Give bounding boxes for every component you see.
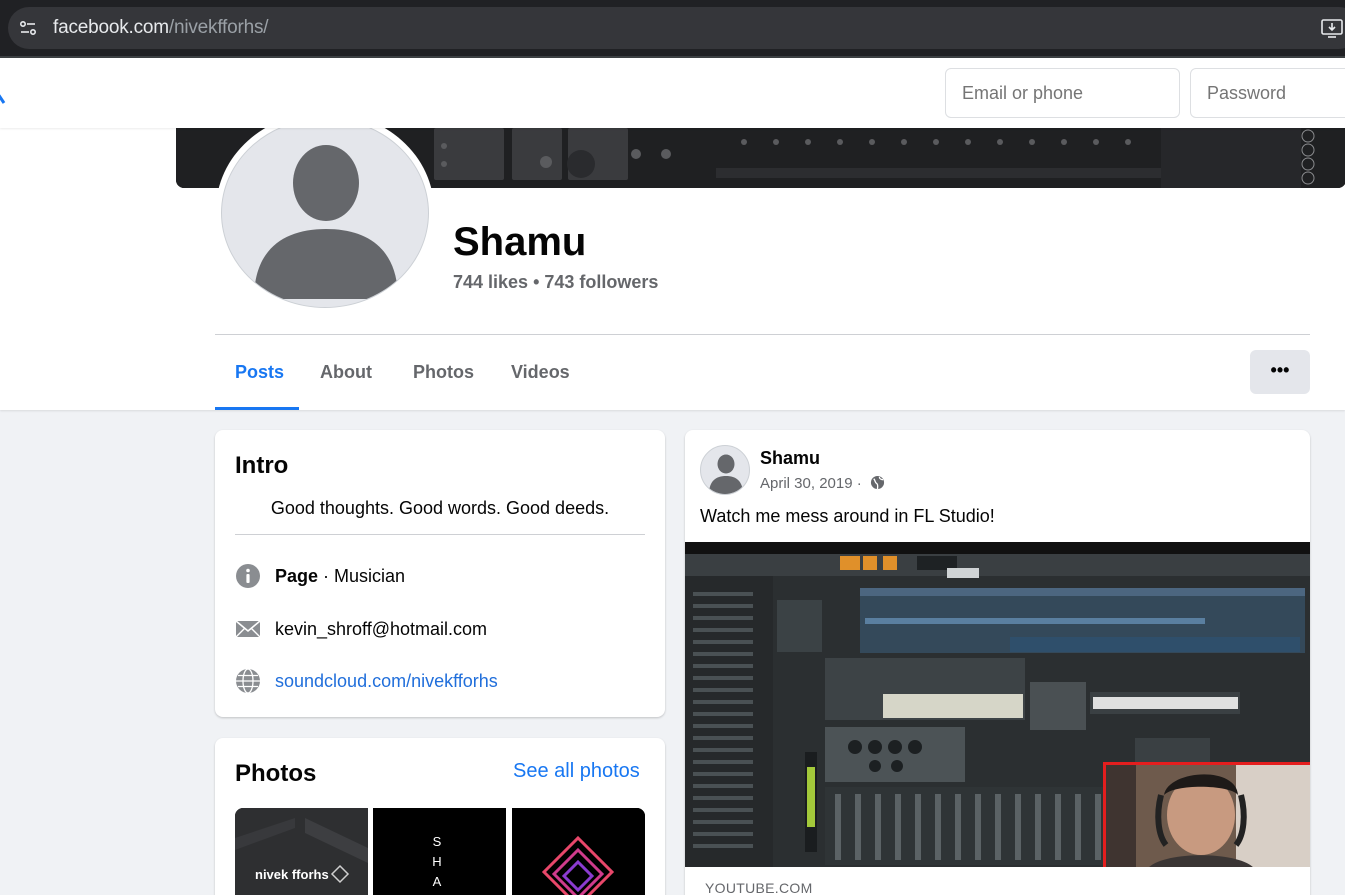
tab-photos[interactable]: Photos — [413, 362, 474, 383]
photos-card: Photos See all photos nivek fforhs SHAM — [215, 738, 665, 895]
tab-about[interactable]: About — [320, 362, 372, 383]
profile-header: Shamu 744 likes • 743 followers Posts Ab… — [0, 112, 1345, 410]
photo-caption: SHAM — [432, 834, 444, 895]
meta-separator: · — [852, 475, 866, 492]
video-thumbnail[interactable] — [685, 542, 1310, 867]
profile-avatar[interactable] — [221, 118, 429, 308]
globe-icon — [236, 668, 260, 694]
intro-title: Intro — [235, 452, 289, 479]
link-source-domain: YOUTUBE.COM — [705, 880, 813, 895]
profile-divider — [215, 334, 1310, 335]
intro-email: kevin_shroff@hotmail.com — [235, 615, 645, 643]
url-path: /nivekfforhs/ — [168, 17, 269, 38]
browser-toolbar: facebook.com/nivekfforhs/ — [0, 0, 1345, 56]
intro-page-category: Page · Musician — [235, 562, 645, 590]
post-author-name[interactable]: Shamu — [760, 448, 820, 469]
page-stats[interactable]: 744 likes • 743 followers — [453, 272, 658, 293]
photo-thumbnail[interactable]: SHAM — [373, 808, 506, 895]
photo-caption: nivek fforhs — [255, 867, 329, 882]
post-author-avatar[interactable] — [700, 445, 750, 495]
website-link[interactable]: soundcloud.com/nivekfforhs — [275, 671, 498, 692]
info-icon — [236, 564, 260, 588]
post-card: Shamu April 30, 2019 · Watch me mess aro… — [685, 430, 1310, 895]
site-header — [0, 58, 1345, 128]
intro-card: Intro Good thoughts. Good words. Good de… — [215, 430, 665, 717]
url-host: facebook.com — [53, 17, 169, 38]
photo-thumbnail[interactable]: nivek fforhs — [235, 808, 368, 895]
intro-divider — [235, 534, 645, 535]
page-label: Page — [275, 566, 319, 586]
more-options-button[interactable]: ••• — [1250, 350, 1310, 394]
diamond-logo-image — [512, 808, 645, 895]
intro-website: soundcloud.com/nivekfforhs — [235, 667, 645, 695]
see-all-photos-link[interactable]: See all photos — [513, 760, 640, 783]
tab-videos[interactable]: Videos — [511, 362, 570, 383]
install-app-icon[interactable] — [1320, 17, 1344, 39]
envelope-icon — [235, 620, 261, 638]
email-input[interactable] — [945, 68, 1180, 118]
default-avatar-icon — [709, 454, 743, 494]
url-text[interactable]: facebook.com/nivekfforhs/ — [53, 17, 269, 39]
tab-posts[interactable]: Posts — [235, 362, 284, 383]
active-tab-indicator — [215, 407, 299, 410]
site-info-icon[interactable] — [18, 18, 38, 38]
intro-bio: Good thoughts. Good words. Good deeds. — [270, 498, 610, 518]
password-input[interactable] — [1190, 68, 1345, 118]
post-date[interactable]: April 30, 2019 — [760, 475, 853, 492]
webcam-highlight — [1103, 762, 1310, 867]
facebook-logo-icon[interactable] — [0, 83, 6, 105]
post-meta: April 30, 2019 · — [760, 475, 885, 492]
page-category: · Musician — [318, 566, 406, 586]
default-avatar-icon — [254, 145, 398, 299]
email-text[interactable]: kevin_shroff@hotmail.com — [275, 619, 487, 640]
public-audience-icon — [870, 475, 884, 490]
photo-thumbnail[interactable] — [512, 808, 645, 895]
photos-title: Photos — [235, 760, 317, 787]
webcam-image — [1106, 765, 1310, 867]
post-text: Watch me mess around in FL Studio! — [700, 506, 995, 526]
page-title: Shamu — [453, 220, 587, 264]
